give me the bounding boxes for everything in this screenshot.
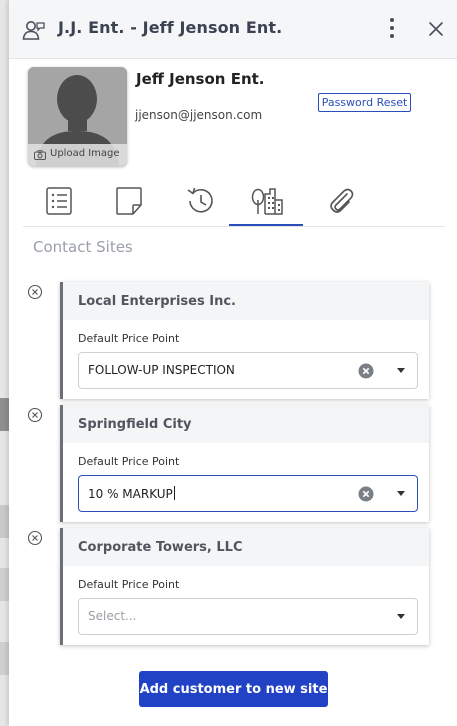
tab-attachments[interactable] <box>305 180 377 224</box>
panel-title: J.J. Ent. - Jeff Jenson Ent. <box>58 18 283 37</box>
add-customer-to-site-button[interactable]: Add customer to new site <box>139 671 328 707</box>
price-point-label: Default Price Point <box>78 332 180 345</box>
tab-history[interactable] <box>163 180 235 224</box>
price-point-label: Default Price Point <box>78 455 180 468</box>
site-name: Corporate Towers, LLC <box>78 540 243 555</box>
site-card: Local Enterprises Inc. Default Price Poi… <box>60 282 429 399</box>
note-icon <box>116 187 142 215</box>
price-point-select[interactable]: FOLLOW-UP INSPECTION <box>78 352 418 389</box>
price-point-placeholder: Select... <box>88 609 137 623</box>
chevron-down-icon[interactable] <box>397 368 405 373</box>
background-row <box>0 505 9 538</box>
contact-sites-heading: Contact Sites <box>33 238 133 256</box>
background-row <box>0 642 9 675</box>
tab-sites[interactable] <box>229 180 303 226</box>
background-row <box>0 398 9 431</box>
history-icon <box>187 187 213 213</box>
password-reset-button[interactable]: Password Reset <box>318 93 411 112</box>
remove-site-icon[interactable] <box>27 407 43 423</box>
more-vertical-icon[interactable] <box>384 15 400 41</box>
clear-icon[interactable] <box>358 486 374 502</box>
remove-site-icon[interactable] <box>27 284 43 300</box>
panel-header: J.J. Ent. - Jeff Jenson Ent. <box>9 0 457 59</box>
background-row <box>0 568 9 601</box>
contact-name: Jeff Jenson Ent. <box>136 70 265 88</box>
attachment-icon <box>330 188 354 213</box>
site-card: Corporate Towers, LLC Default Price Poin… <box>60 528 429 645</box>
site-card: Springfield City Default Price Point 10 … <box>60 405 429 522</box>
clear-icon[interactable] <box>358 363 374 379</box>
price-point-select[interactable]: Select... <box>78 598 418 635</box>
text-cursor <box>173 486 175 500</box>
contact-email: jjenson@jjenson.com <box>135 108 263 122</box>
chevron-down-icon[interactable] <box>397 614 405 619</box>
site-name: Local Enterprises Inc. <box>78 294 236 309</box>
tab-bar <box>23 180 445 227</box>
price-point-value: FOLLOW-UP INSPECTION <box>88 363 235 377</box>
contact-person-icon <box>22 21 45 40</box>
contact-panel: J.J. Ent. - Jeff Jenson Ent. Upload Imag… <box>9 0 457 726</box>
close-icon[interactable] <box>427 20 445 38</box>
tab-notes[interactable] <box>93 180 165 224</box>
price-point-label: Default Price Point <box>78 578 180 591</box>
chevron-down-icon[interactable] <box>397 491 405 496</box>
upload-image-label: Upload Image <box>50 148 120 159</box>
price-point-select[interactable]: 10 % MARKUP <box>78 475 418 512</box>
contact-photo[interactable]: Upload Image <box>28 67 127 166</box>
price-point-value: 10 % MARKUP <box>88 487 173 501</box>
camera-icon <box>34 150 46 160</box>
list-icon <box>46 187 72 215</box>
upload-image-button[interactable]: Upload Image <box>28 144 127 166</box>
tab-details[interactable] <box>23 180 95 224</box>
sites-icon <box>251 188 283 215</box>
site-name: Springfield City <box>78 417 192 432</box>
remove-site-icon[interactable] <box>27 530 43 546</box>
background-strip <box>0 0 9 726</box>
